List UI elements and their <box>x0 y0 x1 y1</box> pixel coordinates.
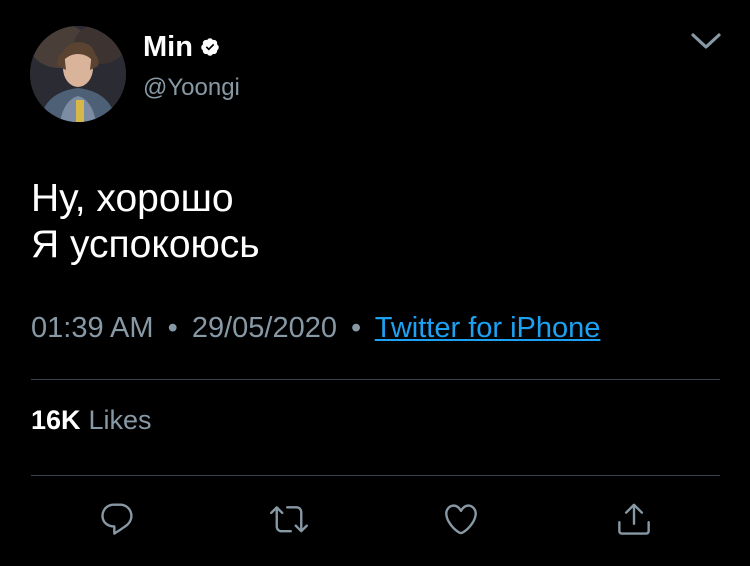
meta-separator: • <box>351 312 362 344</box>
reply-button[interactable] <box>98 500 136 538</box>
tweet-line: Ну, хорошо <box>31 177 234 220</box>
profile-photo-icon <box>30 26 126 122</box>
tweet-line: Я успокоюсь <box>31 223 260 266</box>
tweet-time[interactable]: 01:39 AM <box>31 312 154 344</box>
retweet-button[interactable] <box>270 500 308 538</box>
share-button[interactable] <box>615 500 653 538</box>
display-name[interactable]: Min <box>143 29 220 65</box>
verified-badge-icon <box>201 38 219 56</box>
likes-count: 16K <box>31 405 81 435</box>
meta-separator: • <box>167 312 178 344</box>
handle[interactable]: @Yoongi <box>143 73 240 103</box>
display-name-text: Min <box>143 31 193 63</box>
share-icon <box>618 503 650 535</box>
heart-icon <box>445 504 477 535</box>
likes-stat[interactable]: 16K Likes <box>31 403 152 437</box>
tweet-detail: Min @Yoongi Ну, хорошо Я успокоюсь 01:39… <box>0 0 750 566</box>
tweet-date[interactable]: 29/05/2020 <box>192 312 337 344</box>
avatar[interactable] <box>30 26 126 122</box>
reply-icon <box>101 503 133 535</box>
tweet-text: Ну, хорошо Я успокоюсь <box>31 176 260 268</box>
likes-label: Likes <box>88 405 152 435</box>
retweet-icon <box>270 506 308 533</box>
chevron-down-icon[interactable] <box>690 30 722 52</box>
source-link[interactable]: Twitter for iPhone <box>375 312 601 344</box>
divider <box>31 475 720 476</box>
tweet-meta: 01:39 AM • 29/05/2020 • Twitter for iPho… <box>31 310 600 346</box>
divider <box>31 379 720 380</box>
like-button[interactable] <box>442 500 480 538</box>
